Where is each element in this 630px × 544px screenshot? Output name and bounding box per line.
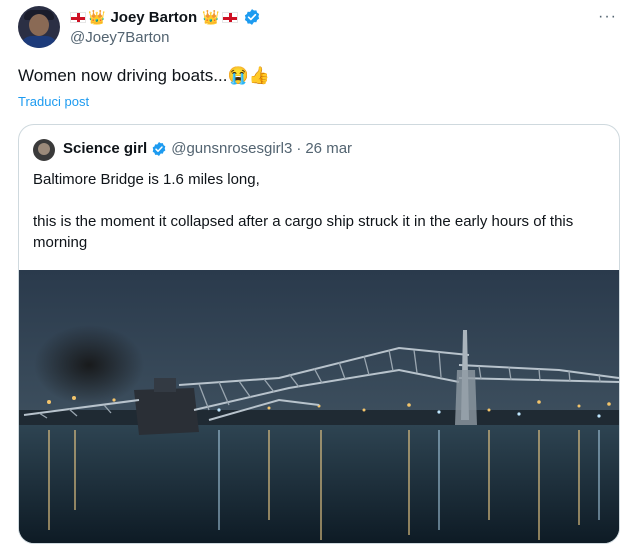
quoted-author-name[interactable]: Science girl: [63, 140, 147, 157]
crown-icon: 👑: [202, 9, 220, 25]
england-flag-icon: [70, 11, 86, 23]
quoted-text-line: Baltimore Bridge is 1.6 miles long,: [33, 171, 260, 188]
verified-badge-icon: [152, 141, 166, 156]
translate-post-link[interactable]: Traduci post: [18, 94, 89, 109]
england-flag-icon: [221, 11, 238, 23]
quoted-post[interactable]: Science girl @gunsnrosesgirl3 · 26 mar B…: [18, 124, 620, 544]
quoted-post-header: Science girl @gunsnrosesgirl3 · 26 mar: [63, 140, 352, 157]
tweet-text: Women now driving boats...😭👍: [18, 66, 270, 85]
author-name[interactable]: Joey Barton: [110, 9, 197, 26]
quoted-text-paragraph: this is the moment it collapsed after a …: [33, 213, 574, 251]
bridge-collapse-video[interactable]: [19, 270, 620, 544]
quoted-author-avatar[interactable]: [33, 139, 55, 161]
quoted-author-handle[interactable]: @gunsnrosesgirl3: [171, 140, 292, 157]
author-name-row[interactable]: 👑 Joey Barton 👑: [70, 7, 261, 27]
more-icon[interactable]: ···: [598, 8, 617, 26]
quoted-post-date[interactable]: 26 mar: [305, 140, 352, 157]
verified-badge-icon: [244, 9, 259, 25]
author-handle[interactable]: @Joey7Barton: [70, 29, 169, 46]
separator-dot: ·: [296, 140, 302, 157]
author-avatar[interactable]: [18, 6, 60, 48]
crown-icon: 👑: [88, 9, 106, 25]
